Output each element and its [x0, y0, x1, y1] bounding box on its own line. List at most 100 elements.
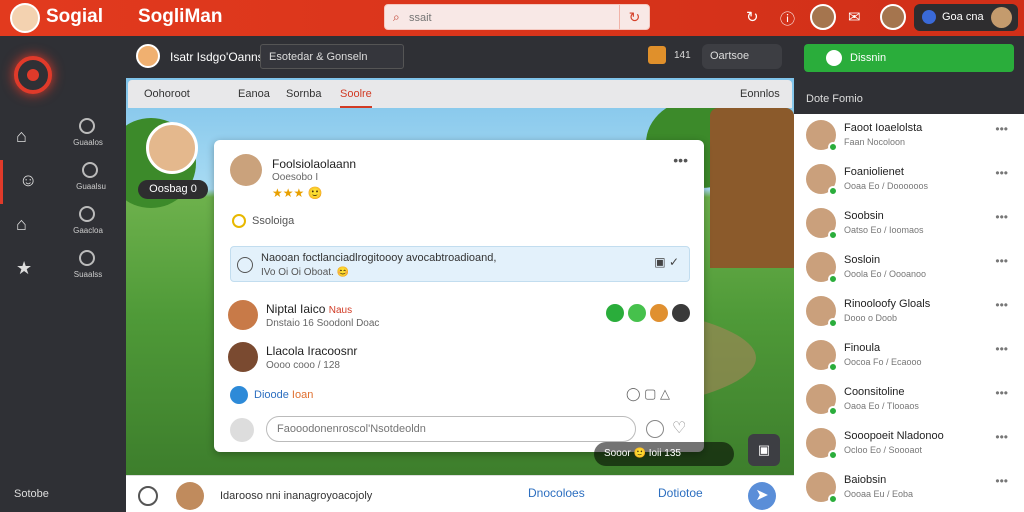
- post-tag[interactable]: Ssoloiga: [232, 214, 294, 228]
- post-footer: Dioode Ioan ◯ ▢ △: [230, 386, 690, 406]
- post-author-avatar[interactable]: [230, 154, 262, 186]
- more-options-icon[interactable]: •••: [995, 254, 1008, 268]
- nav-item-profile[interactable]: ☺ Guaalsu: [0, 160, 126, 204]
- star-icon: ★: [16, 258, 33, 278]
- inbox-icon[interactable]: ✉: [848, 8, 861, 26]
- friend-item[interactable]: Finoula Oocoa Fo / Ecaooo •••: [794, 336, 1024, 380]
- chat-icon: [237, 257, 253, 273]
- circle-icon: [79, 118, 95, 134]
- emoji-icon[interactable]: [650, 304, 668, 322]
- chat-header: Isatr Isdgo'Oanns Esotedar & Gonseln 141…: [126, 36, 794, 78]
- emoji-icon[interactable]: [646, 420, 664, 438]
- comment-input[interactable]: [266, 416, 636, 442]
- tab-events[interactable]: Eanoa: [238, 88, 270, 100]
- online-status-icon: [828, 494, 838, 504]
- post-author-name[interactable]: Foolsiolaolaann: [272, 157, 356, 171]
- check-icon[interactable]: [628, 304, 646, 322]
- friend-item[interactable]: Sooopoeit Nladonoo Ocloo Eo / Soooaot •••: [794, 424, 1024, 468]
- friend-item[interactable]: Sosloin Ooola Eo / Oooanoo •••: [794, 248, 1024, 292]
- friend-item[interactable]: Faoot Ioaelolsta Faan Nocoloon •••: [794, 116, 1024, 160]
- friend-status: Oatso Eo / Ioomaos: [844, 225, 924, 235]
- avatar-icon[interactable]: [672, 304, 690, 322]
- reaction-icon[interactable]: [230, 386, 248, 404]
- more-options-icon[interactable]: •••: [995, 342, 1008, 356]
- friend-item[interactable]: Coonsitoline Oaoa Eo / Tlooaos •••: [794, 380, 1024, 424]
- link-two[interactable]: Dotiotoe: [658, 486, 703, 500]
- profile-avatar[interactable]: [810, 4, 836, 30]
- online-status-icon: [828, 450, 838, 460]
- reload-icon[interactable]: ↻: [746, 8, 759, 26]
- bottom-bar: Idarooso nni inanagroyoacojoly Dnocoloes…: [126, 475, 794, 512]
- more-options-icon[interactable]: •••: [995, 298, 1008, 312]
- camera-icon[interactable]: [230, 418, 254, 442]
- member-count: 141: [674, 50, 691, 61]
- member-avatar: [228, 342, 258, 372]
- nav-item-store[interactable]: ★ Suaalss: [0, 248, 126, 292]
- online-status-icon: [828, 318, 838, 328]
- online-status-icon: [828, 406, 838, 416]
- account-switcher[interactable]: Goa cna: [914, 4, 1018, 31]
- sidebar-footer[interactable]: Sotobe: [14, 488, 49, 500]
- info-icon[interactable]: ⓘ: [780, 8, 795, 29]
- footer-sub: Ioan: [291, 389, 314, 401]
- chat-avatar[interactable]: [136, 44, 160, 68]
- friend-item[interactable]: Foaniolienet Ooaa Eo / Doooooos •••: [794, 160, 1024, 204]
- comment-row: ♡: [230, 416, 690, 444]
- more-options-icon[interactable]: •••: [995, 210, 1008, 224]
- friend-status: Dooo o Doob: [844, 313, 898, 323]
- more-options-icon[interactable]: •••: [995, 430, 1008, 444]
- more-options-icon[interactable]: •••: [673, 152, 688, 168]
- online-status-icon: [828, 230, 838, 240]
- nav-item-community[interactable]: ⌂ Gaacloa: [0, 204, 126, 248]
- heart-icon[interactable]: ♡: [672, 418, 686, 438]
- tab-overview[interactable]: Oohoroot: [144, 88, 190, 100]
- chat-channel-select[interactable]: Esotedar & Gonseln: [260, 44, 404, 69]
- join-button[interactable]: Dissnin: [804, 44, 1014, 72]
- link-one[interactable]: Dnocoloes: [528, 486, 585, 500]
- online-status-icon: [828, 274, 838, 284]
- member-row[interactable]: Niptal Iaico Naus Dnstaio 16 Soodonl Doa…: [228, 298, 690, 334]
- more-options-icon[interactable]: •••: [995, 122, 1008, 136]
- send-icon[interactable]: ➤: [748, 482, 776, 510]
- tab-settings[interactable]: Eonnlos: [740, 88, 780, 100]
- self-avatar[interactable]: [176, 482, 204, 510]
- post-card: Foolsiolaolaann Ooesobo I ★★★ 🙂 ••• Ssol…: [214, 140, 704, 452]
- join-label: Dissnin: [850, 52, 887, 64]
- friend-item[interactable]: Baiobsin Oooaa Eu / Eoba •••: [794, 468, 1024, 512]
- more-options-icon[interactable]: •••: [995, 166, 1008, 180]
- player-avatar[interactable]: [146, 122, 198, 174]
- friend-name: Baiobsin: [844, 474, 887, 486]
- member-name: Niptal Iaico Naus: [266, 302, 352, 316]
- accept-icon[interactable]: [606, 304, 624, 322]
- friend-item[interactable]: Rinooloofy Gloals Dooo o Doob •••: [794, 292, 1024, 336]
- footer-actions-icon[interactable]: ◯ ▢ △: [626, 386, 670, 402]
- house-icon: ⌂: [16, 126, 27, 146]
- member-row[interactable]: Llacola Iracoosnr Oooo cooo / 128: [228, 340, 690, 376]
- refresh-icon[interactable]: ↻: [619, 5, 649, 29]
- game-controls[interactable]: Sooor 🙂 Ioii 135: [594, 442, 734, 466]
- message-actions-icon[interactable]: ▣ ✓: [654, 255, 679, 269]
- app-logo-icon[interactable]: [14, 56, 52, 94]
- more-options-icon[interactable]: •••: [995, 386, 1008, 400]
- more-options-icon[interactable]: •••: [995, 474, 1008, 488]
- member-name: Llacola Iracoosnr: [266, 344, 358, 358]
- friend-avatar[interactable]: [880, 4, 906, 30]
- nav-item-home[interactable]: ⌂ Guaalos: [0, 116, 126, 160]
- member-actions: [602, 304, 690, 327]
- friend-item[interactable]: Soobsin Oatso Eo / Ioomaos •••: [794, 204, 1024, 248]
- gift-icon[interactable]: [648, 46, 666, 64]
- chat-icon[interactable]: [138, 486, 158, 506]
- search-bar[interactable]: ⌕ ↻: [384, 4, 650, 30]
- chat-icon: [826, 50, 842, 66]
- user-avatar[interactable]: [10, 3, 40, 33]
- fullscreen-icon[interactable]: ▣: [748, 434, 780, 466]
- info-icon: [79, 250, 95, 266]
- search-input[interactable]: [409, 9, 609, 27]
- chat-name: Isatr Isdgo'Oanns: [170, 50, 264, 64]
- options-button[interactable]: Oartsoe: [702, 44, 782, 69]
- tab-active[interactable]: Soolre: [340, 88, 372, 108]
- member-avatar: [228, 300, 258, 330]
- footer-label[interactable]: Dioode Ioan: [254, 389, 313, 401]
- tab-social[interactable]: Sornba: [286, 88, 321, 100]
- message-bubble: Naooan foctlanciadlrogitoooy avocabtroad…: [230, 246, 690, 282]
